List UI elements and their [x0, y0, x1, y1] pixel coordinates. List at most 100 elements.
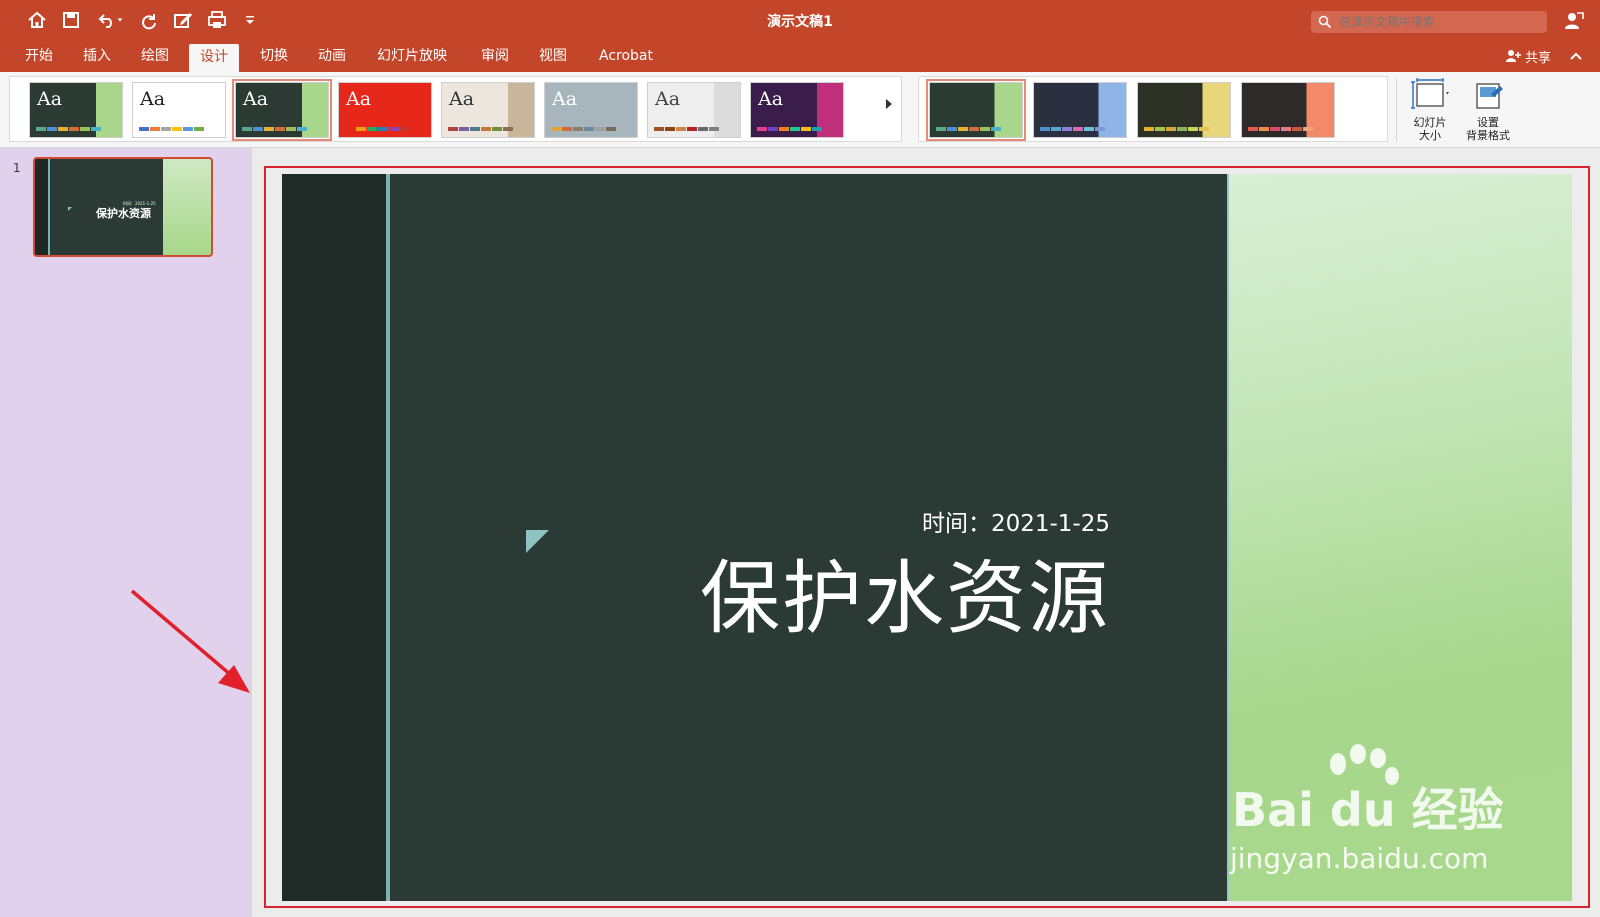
- color-swatch: [1248, 127, 1258, 131]
- thumbnail-triangle: [68, 207, 72, 211]
- print-icon[interactable]: [204, 9, 230, 31]
- tab-slideshow[interactable]: 幻灯片放映: [366, 40, 458, 72]
- variant-color-bars: [1144, 127, 1209, 131]
- theme-thumbnail[interactable]: Aa: [647, 82, 741, 138]
- variant-thumbnail[interactable]: [1033, 82, 1127, 138]
- color-swatch: [1281, 127, 1291, 131]
- slide-date[interactable]: 时间：2021-1-25: [922, 504, 1110, 538]
- color-swatch: [69, 127, 79, 131]
- customize-toolbar-icon[interactable]: [242, 9, 258, 31]
- collapse-ribbon-icon[interactable]: [1568, 48, 1584, 64]
- search-input[interactable]: [1311, 11, 1547, 33]
- color-swatch: [1259, 127, 1269, 131]
- format-background-icon: [1476, 83, 1503, 109]
- color-swatch: [161, 127, 171, 131]
- slide-triangle-shape[interactable]: [526, 530, 549, 553]
- variant-thumbnail[interactable]: [1137, 82, 1231, 138]
- variant-color-bars: [1040, 127, 1105, 131]
- save-icon[interactable]: [58, 9, 84, 31]
- theme-thumbnail[interactable]: Aa: [441, 82, 535, 138]
- gallery-next-icon[interactable]: [884, 98, 894, 110]
- redo-icon[interactable]: [136, 9, 162, 31]
- watermark-url: jingyan.baidu.com: [1230, 842, 1489, 875]
- edit-icon[interactable]: [170, 9, 196, 31]
- color-swatch: [1040, 127, 1050, 131]
- color-swatch: [676, 127, 686, 131]
- theme-color-bars: [345, 127, 410, 131]
- home-icon[interactable]: [24, 9, 50, 31]
- tab-insert[interactable]: 插入: [72, 40, 122, 72]
- color-swatch: [757, 127, 767, 131]
- color-swatch: [58, 127, 68, 131]
- variant-color-bars: [1248, 127, 1313, 131]
- tab-review[interactable]: 审阅: [470, 40, 520, 72]
- color-swatch: [1084, 127, 1094, 131]
- color-swatch: [573, 127, 583, 131]
- color-swatch: [1199, 127, 1209, 131]
- theme-color-bars: [36, 127, 101, 131]
- share-button[interactable]: 共享: [1505, 46, 1551, 66]
- color-swatch: [1051, 127, 1061, 131]
- variant-thumbnail[interactable]: [926, 79, 1026, 141]
- tab-animations[interactable]: 动画: [307, 40, 357, 72]
- slide-thumbnails-pane: 1 时间：2021-1-25 保护水资源: [0, 148, 250, 917]
- theme-label: Aa: [346, 88, 372, 110]
- color-swatch: [36, 127, 46, 131]
- themes-gallery: Aa Aa Aa Aa Aa Aa Aa Aa: [9, 76, 902, 142]
- color-swatch: [275, 127, 285, 131]
- theme-thumbnail[interactable]: Aa: [29, 82, 123, 138]
- color-swatch: [698, 127, 708, 131]
- tab-home[interactable]: 开始: [14, 40, 64, 72]
- color-swatch: [654, 127, 664, 131]
- color-swatch: [297, 127, 307, 131]
- color-swatch: [150, 127, 160, 131]
- red-arrow-annotation: [130, 589, 250, 693]
- slide-number: 1: [13, 161, 21, 175]
- color-swatch: [481, 127, 491, 131]
- color-swatch: [1303, 127, 1313, 131]
- theme-color-bars: [448, 127, 513, 131]
- color-swatch: [991, 127, 1001, 131]
- theme-thumbnail[interactable]: Aa: [232, 79, 332, 141]
- color-swatch: [606, 127, 616, 131]
- theme-thumbnail[interactable]: Aa: [750, 82, 844, 138]
- theme-label: Aa: [758, 88, 784, 110]
- theme-color-bars: [654, 127, 719, 131]
- color-swatch: [400, 127, 410, 131]
- slide-size-button[interactable]: 幻灯片 大小: [1400, 78, 1460, 144]
- theme-thumbnail[interactable]: Aa: [544, 82, 638, 138]
- variant-thumbnail[interactable]: [1241, 82, 1335, 138]
- color-swatch: [503, 127, 513, 131]
- color-swatch: [768, 127, 778, 131]
- theme-thumbnail[interactable]: Aa: [132, 82, 226, 138]
- tab-view[interactable]: 视图: [528, 40, 578, 72]
- color-swatch: [172, 127, 182, 131]
- color-swatch: [687, 127, 697, 131]
- theme-label: Aa: [449, 88, 475, 110]
- color-swatch: [801, 127, 811, 131]
- theme-label: Aa: [552, 88, 578, 110]
- slide-thumbnail[interactable]: 时间：2021-1-25 保护水资源: [33, 157, 213, 257]
- color-swatch: [286, 127, 296, 131]
- theme-color-bars: [757, 127, 822, 131]
- color-swatch: [91, 127, 101, 131]
- ribbon-tabs: 开始 插入 绘图 设计 切换 动画 幻灯片放映 审阅 视图 Acrobat 共享: [0, 40, 1600, 72]
- slide-title[interactable]: 保护水资源: [700, 534, 1110, 650]
- color-swatch: [958, 127, 968, 131]
- tab-acrobat[interactable]: Acrobat: [588, 40, 664, 72]
- theme-label: Aa: [140, 88, 166, 110]
- tab-draw[interactable]: 绘图: [130, 40, 180, 72]
- theme-color-bars: [242, 127, 307, 131]
- color-swatch: [1155, 127, 1165, 131]
- theme-color-bars: [551, 127, 616, 131]
- add-person-icon: [1506, 50, 1521, 62]
- tab-design[interactable]: 设计: [189, 44, 239, 72]
- theme-thumbnail[interactable]: Aa: [338, 82, 432, 138]
- slide-size-label-2: 大小: [1419, 129, 1441, 142]
- format-background-label-1: 设置: [1477, 116, 1499, 129]
- color-swatch: [183, 127, 193, 131]
- tab-transitions[interactable]: 切换: [249, 40, 299, 72]
- format-background-button[interactable]: 设置 背景格式: [1458, 78, 1518, 144]
- undo-dropdown-icon[interactable]: [114, 9, 126, 31]
- account-icon[interactable]: [1563, 10, 1585, 32]
